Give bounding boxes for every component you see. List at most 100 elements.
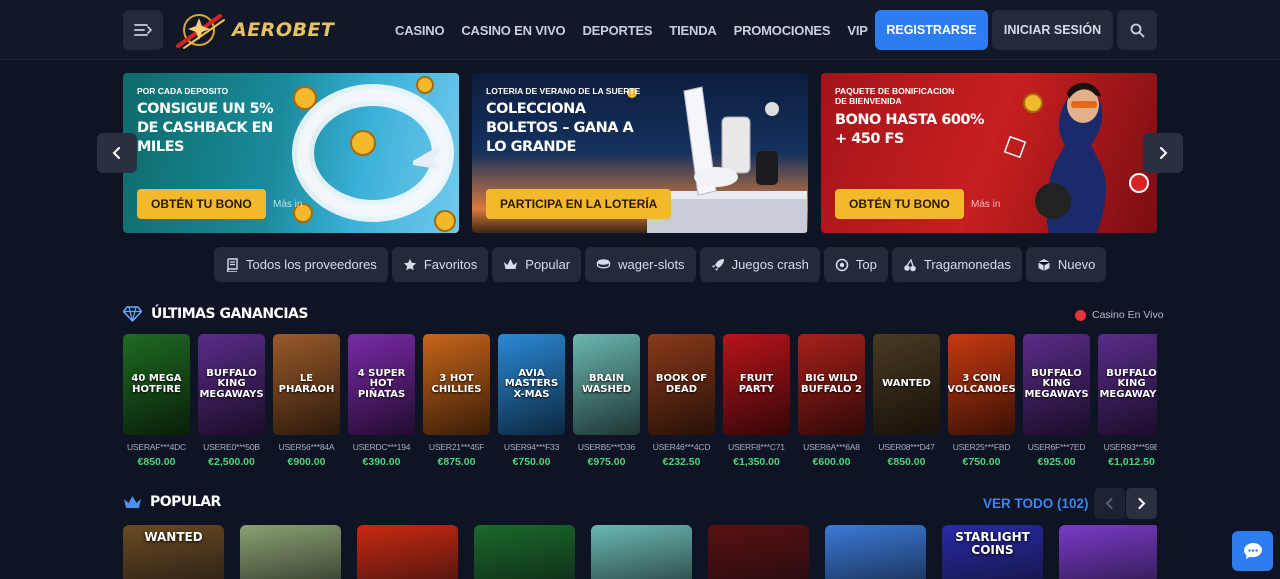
winner-username: USERF8***C71 bbox=[728, 442, 785, 452]
banner-cta-button[interactable]: PARTICIPA EN LA LOTERÍA bbox=[486, 189, 672, 219]
diamond-icon bbox=[123, 306, 142, 322]
winner-username: USER25***FBD bbox=[952, 442, 1011, 452]
cherry-icon bbox=[904, 258, 916, 271]
win-card[interactable]: LE PHARAOH USER56***84A €900.00 bbox=[273, 334, 340, 468]
popular-game-card[interactable] bbox=[1059, 525, 1157, 579]
banner-cta-button[interactable]: OBTÉN TU BONO bbox=[835, 189, 964, 219]
win-card[interactable]: 40 MEGA HOTFIRE USERAF***4DC €850.00 bbox=[123, 334, 190, 468]
banner-cashback[interactable]: POR CADA DEPOSITO CONSIGUE UN 5% DE CASH… bbox=[123, 73, 459, 233]
book-icon bbox=[226, 257, 238, 272]
game-title: WANTED bbox=[882, 378, 931, 390]
game-title: 3 COIN VOLCANOES bbox=[948, 373, 1015, 395]
banner-subtitle: PAQUETE DE BONIFICACION DE BIENVENIDA bbox=[835, 86, 955, 107]
filter-crash-games[interactable]: Juegos crash bbox=[699, 247, 820, 282]
rocket-icon bbox=[711, 258, 724, 271]
winner-username: USER56***84A bbox=[278, 442, 335, 452]
banner-cta-button[interactable]: OBTÉN TU BONO bbox=[137, 189, 266, 219]
win-card[interactable]: 3 HOT CHILLIES USER21***45F €875.00 bbox=[423, 334, 490, 468]
filter-new[interactable]: Nuevo bbox=[1025, 247, 1107, 282]
winner-username: USER94***F33 bbox=[503, 442, 560, 452]
popular-game-card[interactable] bbox=[357, 525, 458, 579]
chevron-left-icon bbox=[1105, 498, 1113, 509]
live-casino-indicator[interactable]: Casino En Vivo bbox=[1075, 309, 1164, 321]
popular-game-card[interactable] bbox=[591, 525, 692, 579]
nav-promociones[interactable]: PROMOCIONES bbox=[734, 23, 831, 38]
win-card[interactable]: BUFFALO KING MEGAWAYS USERE0***50B €2,500.… bbox=[198, 334, 265, 468]
nav-tienda[interactable]: TIENDA bbox=[669, 23, 716, 38]
banner-prev-button[interactable] bbox=[97, 133, 137, 173]
login-button[interactable]: INICIAR SESIÓN bbox=[992, 10, 1113, 50]
nav-deportes[interactable]: DEPORTES bbox=[582, 23, 652, 38]
search-button[interactable] bbox=[1117, 10, 1157, 50]
popular-game-card[interactable]: WANTED bbox=[123, 525, 224, 579]
filter-all-providers[interactable]: Todos los proveedores bbox=[214, 247, 388, 282]
chevron-right-icon bbox=[1160, 147, 1168, 159]
banner-subtitle: POR CADA DEPOSITO bbox=[137, 86, 229, 96]
popular-game-card[interactable]: STARLIGHT COINS bbox=[942, 525, 1043, 579]
logo[interactable]: AEROBET bbox=[174, 10, 334, 50]
latest-wins-list: 40 MEGA HOTFIRE USERAF***4DC €850.00 BUFFAL… bbox=[123, 334, 1157, 470]
see-all-link[interactable]: VER TODO (102) bbox=[983, 496, 1089, 511]
win-amount: €850.00 bbox=[887, 456, 926, 468]
popular-prev-button[interactable] bbox=[1094, 488, 1125, 519]
winner-username: USER6A***6A8 bbox=[803, 442, 860, 452]
game-thumbnail: 40 MEGA HOTFIRE bbox=[123, 334, 190, 435]
crown-icon bbox=[124, 495, 141, 508]
win-card[interactable]: WANTED USER08***D47 €850.00 bbox=[873, 334, 940, 468]
win-amount: €900.00 bbox=[287, 456, 326, 468]
filter-label: Top bbox=[855, 257, 877, 272]
support-chat-button[interactable] bbox=[1232, 531, 1273, 571]
win-card[interactable]: BOOK OF DEAD USER46***4CD €232.50 bbox=[648, 334, 715, 468]
star-icon bbox=[403, 258, 416, 270]
filter-label: Todos los proveedores bbox=[246, 257, 377, 272]
menu-toggle-button[interactable] bbox=[123, 10, 163, 50]
register-button[interactable]: REGISTRARSE bbox=[875, 10, 988, 50]
popular-next-button[interactable] bbox=[1126, 488, 1157, 519]
popular-game-card[interactable] bbox=[708, 525, 809, 579]
nav-casino[interactable]: CASINO bbox=[395, 23, 445, 38]
win-card[interactable]: BIG WILD BUFFALO 2 USER6A***6A8 €600.00 bbox=[798, 334, 865, 468]
game-thumbnail: WANTED bbox=[873, 334, 940, 435]
banner-lottery[interactable]: LOTERIA DE VERANO DE LA SUERTE COLECCION… bbox=[472, 73, 808, 233]
win-amount: €2,500.00 bbox=[208, 456, 255, 468]
coins-icon bbox=[596, 259, 611, 269]
win-amount: €750.00 bbox=[512, 456, 551, 468]
nav-vip[interactable]: VIP bbox=[847, 23, 868, 38]
win-card[interactable]: 4 SUPER HOT PIÑATAS USERDC***194 €390.00 bbox=[348, 334, 415, 468]
game-thumbnail: 4 SUPER HOT PIÑATAS bbox=[348, 334, 415, 435]
game-title: WANTED bbox=[144, 530, 203, 544]
game-title: BUFFALO KING MEGAWAYS bbox=[1099, 367, 1157, 400]
win-amount: €600.00 bbox=[812, 456, 851, 468]
win-card[interactable]: BUFFALO KING MEGAWAYS USER6F***7ED €925.00 bbox=[1023, 334, 1090, 468]
filter-slots[interactable]: Tragamonedas bbox=[891, 247, 1022, 282]
win-card[interactable]: AVIA MASTERS X-MAS USER94***F33 €750.00 bbox=[498, 334, 565, 468]
banner-next-button[interactable] bbox=[1143, 133, 1183, 173]
filter-wager-slots[interactable]: wager-slots bbox=[585, 247, 696, 282]
filter-popular[interactable]: Popular bbox=[492, 247, 582, 282]
win-card[interactable]: BUFFALO KING MEGAWAYS USER93***59E €1,012.… bbox=[1098, 334, 1157, 468]
filter-top[interactable]: Top bbox=[823, 247, 888, 282]
winner-username: USER93***59E bbox=[1103, 442, 1157, 452]
win-card[interactable]: BRAIN WASHED USERB5***D36 €975.00 bbox=[573, 334, 640, 468]
win-card[interactable]: FRUIT PARTY USERF8***C71 €1,350.00 bbox=[723, 334, 790, 468]
menu-icon bbox=[134, 24, 152, 36]
game-thumbnail: BOOK OF DEAD bbox=[648, 334, 715, 435]
winner-username: USERE0***50B bbox=[203, 442, 260, 452]
nav-casino-en-vivo[interactable]: CASINO EN VIVO bbox=[461, 23, 565, 38]
win-card[interactable]: 3 COIN VOLCANOES USER25***FBD €750.00 bbox=[948, 334, 1015, 468]
live-dot-icon bbox=[1075, 309, 1086, 321]
banner-welcome-bonus[interactable]: PAQUETE DE BONIFICACION DE BIENVENIDA BO… bbox=[821, 73, 1157, 233]
popular-game-card[interactable] bbox=[240, 525, 341, 579]
search-icon bbox=[1130, 23, 1144, 37]
banner-more-link[interactable]: Más in bbox=[273, 199, 302, 210]
popular-game-card[interactable] bbox=[474, 525, 575, 579]
popular-game-card[interactable] bbox=[825, 525, 926, 579]
win-amount: €390.00 bbox=[362, 456, 401, 468]
filter-favorites[interactable]: Favoritos bbox=[391, 247, 489, 282]
win-amount: €925.00 bbox=[1037, 456, 1076, 468]
filter-label: Tragamonedas bbox=[923, 257, 1011, 272]
winner-username: USERB5***D36 bbox=[577, 442, 636, 452]
winner-username: USER6F***7ED bbox=[1027, 442, 1086, 452]
game-title: FRUIT PARTY bbox=[738, 373, 775, 395]
banner-more-link[interactable]: Más in bbox=[971, 199, 1000, 210]
